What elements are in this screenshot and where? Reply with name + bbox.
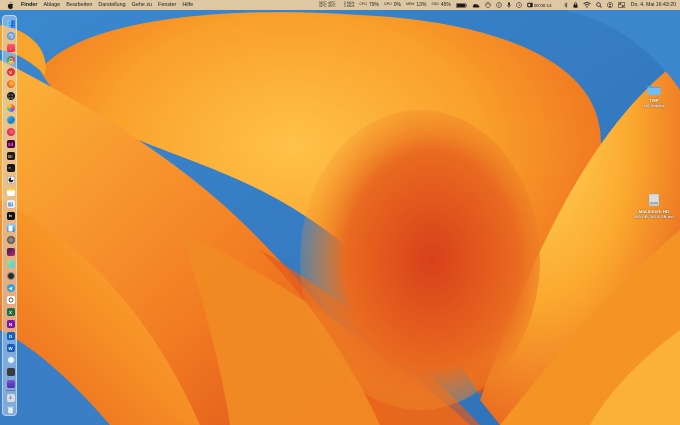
- gpu-readout[interactable]: GPU 0%: [384, 0, 401, 10]
- dock-bridge-icon[interactable]: Br: [6, 152, 15, 160]
- menu-bar-clock[interactable]: Do. 4. Mai 16:43:20: [631, 2, 676, 8]
- dock-adobe-xd-icon[interactable]: Xd: [6, 140, 15, 148]
- dock-textedit-icon[interactable]: [6, 176, 15, 184]
- gpu-value: 0%: [393, 2, 402, 8]
- dock-onenote-icon[interactable]: N: [6, 320, 15, 328]
- dock-firefox-icon[interactable]: [6, 80, 15, 88]
- dock-edge-icon[interactable]: [6, 116, 15, 124]
- dock-telegram-icon[interactable]: [6, 284, 15, 292]
- info-icon[interactable]: [496, 2, 502, 8]
- dock-launchpad-icon[interactable]: [6, 92, 15, 100]
- menu-hilfe[interactable]: Hilfe: [182, 0, 193, 10]
- dock-finder-icon[interactable]: [6, 20, 15, 28]
- apple-logo-icon[interactable]: [7, 1, 15, 9]
- temperature-readout[interactable]: 36℃ 45℃ 32℃ 45℃: [318, 1, 336, 9]
- dock-word-icon[interactable]: W: [6, 344, 15, 352]
- dock-chrome-icon[interactable]: [6, 56, 15, 64]
- dock-maps-icon[interactable]: [6, 260, 15, 268]
- dock-separator: [6, 390, 15, 391]
- dock-downloads-icon[interactable]: [6, 394, 15, 402]
- memory-readout[interactable]: MEM 13%: [406, 0, 426, 10]
- timer-value: 00:00:14: [533, 2, 552, 8]
- menu-ablage[interactable]: Ablage: [43, 0, 60, 10]
- menu-bearbeiten[interactable]: Bearbeiten: [66, 0, 92, 10]
- dock-vivaldi-icon[interactable]: V: [6, 68, 15, 76]
- cloud-icon[interactable]: [472, 3, 480, 8]
- menu-bar-status-area: 36℃ 45℃ 32℃ 45℃ 0 KB/s 3 KB/s CPU 79% GP…: [314, 0, 676, 10]
- bluetooth-icon[interactable]: [564, 2, 568, 8]
- clock-history-icon[interactable]: [516, 2, 522, 8]
- dock-utility-icon[interactable]: [6, 368, 15, 376]
- dock-xcode-icon[interactable]: [6, 356, 15, 364]
- desktop-folder-info: 116 Objekte: [643, 103, 665, 108]
- desktop-drive-macintosh-hd[interactable]: Macintosh HD 500 GB, 162,8 GB frei: [628, 193, 680, 219]
- menu-gehe-zu[interactable]: Gehe zu: [132, 0, 152, 10]
- microphone-icon[interactable]: [507, 2, 511, 8]
- dock-notes-icon[interactable]: [6, 188, 15, 196]
- wifi-icon[interactable]: [582, 2, 591, 8]
- sync-icon[interactable]: [485, 2, 491, 8]
- lock-icon[interactable]: [573, 2, 578, 8]
- dock-system-settings-icon[interactable]: [6, 236, 15, 244]
- network-readout[interactable]: 0 KB/s 3 KB/s: [343, 1, 355, 9]
- gpu-label: GPU: [383, 2, 392, 7]
- menu-bar: Finder Ablage Bearbeiten Darstellung Geh…: [0, 0, 680, 10]
- temperature-bottom: 32℃ 45℃: [318, 4, 336, 8]
- dock-github-icon[interactable]: [6, 380, 15, 388]
- battery-icon[interactable]: [455, 2, 467, 8]
- menu-fenster[interactable]: Fenster: [158, 0, 176, 10]
- menu-app-finder[interactable]: Finder: [21, 0, 37, 10]
- disk-readout[interactable]: SSD 45%: [431, 0, 450, 10]
- dock-calculator-icon[interactable]: [6, 272, 15, 280]
- folder-icon: [647, 86, 661, 95]
- network-down: 3 KB/s: [343, 4, 355, 8]
- timer-icon[interactable]: 00:00:14: [527, 2, 552, 8]
- desktop-wallpaper: [0, 0, 680, 425]
- dock-music-icon[interactable]: ♪: [6, 44, 15, 52]
- dock-chatgpt-icon[interactable]: [6, 296, 15, 304]
- desktop-folder-tmp[interactable]: TMP 116 Objekte: [628, 84, 680, 108]
- dock-trash-icon[interactable]: [7, 406, 15, 414]
- dock-affinity-icon[interactable]: [6, 248, 15, 256]
- memory-label: MEM: [406, 2, 415, 7]
- dock: ♪ V Xd Br >_ tv X N O W: [2, 15, 17, 416]
- dock-excel-icon[interactable]: X: [6, 308, 15, 316]
- desktop-drive-info: 500 GB, 162,8 GB frei: [634, 214, 674, 219]
- dock-outlook-icon[interactable]: O: [6, 332, 15, 340]
- control-center-icon[interactable]: [617, 2, 625, 8]
- dock-photos-icon[interactable]: [6, 104, 15, 112]
- disk-label: SSD: [431, 2, 439, 7]
- dock-simulator-icon[interactable]: [6, 224, 15, 232]
- menu-darstellung[interactable]: Darstellung: [98, 0, 125, 10]
- memory-value: 13%: [416, 2, 427, 8]
- user-account-icon[interactable]: [606, 2, 613, 8]
- cpu-readout[interactable]: CPU 79%: [359, 0, 379, 10]
- hard-drive-icon: [648, 193, 660, 207]
- search-icon[interactable]: [596, 2, 602, 8]
- cpu-value: 79%: [368, 2, 379, 8]
- dock-apple-tv-icon[interactable]: tv: [6, 212, 15, 220]
- dock-terminal-icon[interactable]: >_: [6, 164, 15, 172]
- dock-firefox-developer-icon[interactable]: [6, 128, 15, 136]
- dock-preview-icon[interactable]: [6, 200, 15, 208]
- dock-safari-icon[interactable]: [6, 32, 15, 40]
- disk-value: 45%: [440, 2, 451, 8]
- cpu-label: CPU: [359, 2, 367, 7]
